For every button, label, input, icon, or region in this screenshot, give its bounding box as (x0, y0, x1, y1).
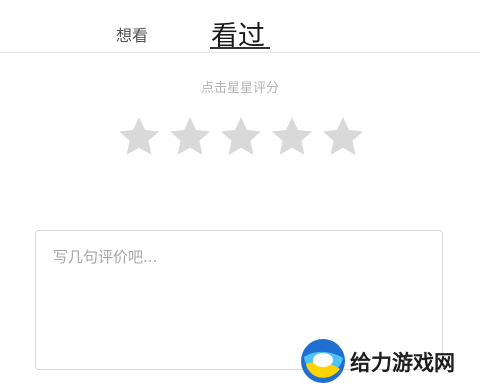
circle-swirl-logo-icon (300, 338, 346, 384)
tab-bar: 想看 看过 (0, 0, 480, 53)
rating-hint: 点击星星评分 (200, 81, 279, 96)
star-3-icon[interactable] (218, 114, 264, 160)
star-2-icon[interactable] (167, 114, 213, 160)
star-4-icon[interactable] (269, 114, 315, 160)
active-tab-indicator (210, 47, 270, 49)
star-5-icon[interactable] (320, 114, 366, 160)
tab-want-to-watch[interactable]: 想看 (116, 22, 148, 46)
watermark-text: 给力游戏网 (350, 351, 455, 375)
watermark: 给力游戏网 (300, 338, 480, 386)
star-1-icon[interactable] (116, 114, 162, 160)
